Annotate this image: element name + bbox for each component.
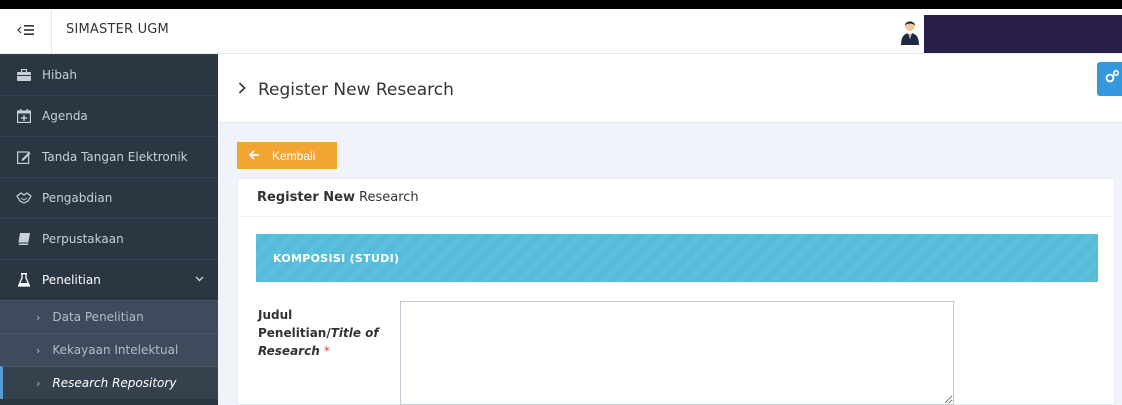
sidebar-item-label: Agenda [42,109,88,123]
chevron-right-icon: › [36,310,41,324]
sidebar-subitem-data-penelitian[interactable]: › Data Penelitian [0,300,218,333]
sidebar: Hibah Agenda Tanda Tangan Elektronik Pen… [0,54,218,405]
sidebar-subitem-label: Kekayaan Intelektual [52,343,179,357]
page-header: Register New Research [218,54,1122,123]
edit-icon [14,149,34,165]
briefcase-icon [14,67,34,83]
panel-title-bold: Register New [257,190,356,205]
section-header: KOMPOSISI (STUDI) [256,234,1098,282]
panel-title: Register New Research [238,179,1114,217]
calendar-plus-icon [14,108,34,124]
sidebar-item-tanda-tangan[interactable]: Tanda Tangan Elektronik [0,136,218,177]
chevron-down-icon [195,274,204,285]
back-button-label: Kembali [272,148,316,163]
panel-title-rest: Research [359,190,419,205]
sidebar-item-label: Penelitian [42,273,101,287]
sidebar-item-agenda[interactable]: Agenda [0,95,218,136]
sidebar-toggle-button[interactable] [0,9,52,54]
chevron-right-icon: › [36,343,41,357]
sidebar-item-perpustakaan[interactable]: Perpustakaan [0,218,218,259]
sidebar-subitem-label: Data Penelitian [52,310,144,324]
back-button[interactable]: Kembali [237,142,337,169]
page-title: Register New Research [238,80,454,100]
register-form-panel: Register New Research KOMPOSISI (STUDI) … [237,178,1115,405]
app-root: SIMASTER UGM Hibah Agenda Tanda Tangan E… [0,0,1122,405]
sidebar-item-penelitian[interactable]: Penelitian [0,259,218,300]
sidebar-subitem-research-repository[interactable]: › Research Repository [0,366,218,399]
research-title-label: Judul Penelitian/Title of Research * [258,306,388,360]
sidebar-toggle-icon [16,24,35,40]
chevron-right-icon: › [36,376,41,390]
sidebar-item-label: Hibah [42,68,77,82]
flask-icon [14,272,34,288]
sidebar-item-label: Tanda Tangan Elektronik [42,150,188,164]
chevron-right-icon [238,82,246,98]
required-mark: * [323,344,330,358]
user-avatar-icon[interactable] [899,19,921,45]
label-id: Judul Penelitian/ [258,308,331,340]
settings-button[interactable] [1097,62,1122,96]
research-title-input[interactable] [400,301,954,405]
app-title: SIMASTER UGM [66,22,169,37]
page-title-text: Register New Research [258,80,454,100]
sidebar-item-pengabdian[interactable]: Pengabdian [0,177,218,218]
handshake-icon [14,190,34,206]
sidebar-subitem-label: Research Repository [52,376,177,390]
sidebar-subitem-kekayaan-intelektual[interactable]: › Kekayaan Intelektual [0,333,218,366]
top-bar: SIMASTER UGM [0,0,1122,54]
sidebar-item-label: Perpustakaan [42,232,124,246]
gears-icon [1104,69,1120,89]
section-title: KOMPOSISI (STUDI) [273,251,400,265]
user-menu-bar[interactable] [924,15,1122,53]
book-icon [14,231,34,247]
sidebar-item-label: Pengabdian [42,191,113,205]
arrow-left-icon [248,148,260,163]
sidebar-item-hibah[interactable]: Hibah [0,54,218,95]
